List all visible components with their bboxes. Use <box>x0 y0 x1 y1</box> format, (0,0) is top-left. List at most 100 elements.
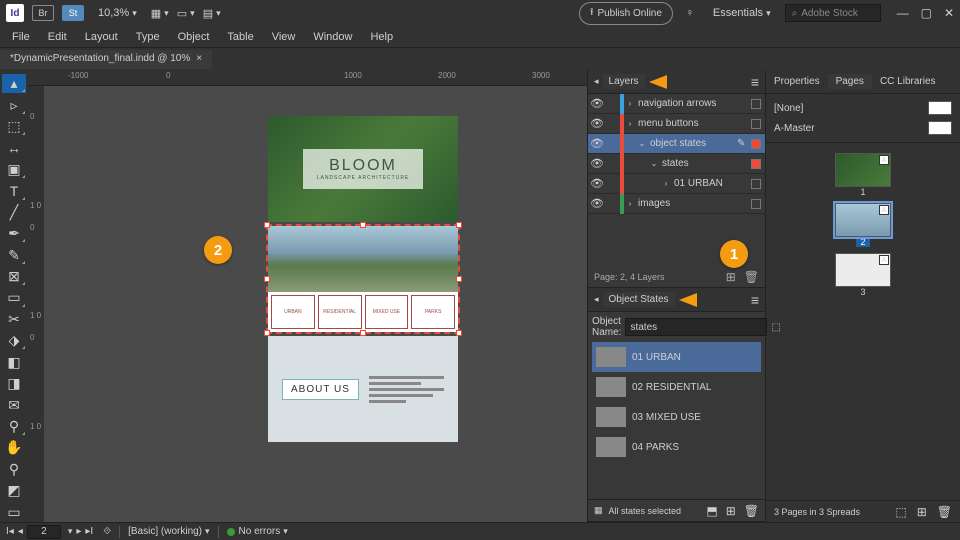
view-options-icon[interactable]: ▦ <box>151 4 169 22</box>
next-page-button[interactable]: ▸ <box>76 526 81 537</box>
preflight-status[interactable]: No errors <box>239 526 288 537</box>
pencil-tool[interactable]: ✎ <box>2 245 26 264</box>
screen-mode-toggle[interactable]: ▭ <box>2 502 26 521</box>
panel-menu-icon[interactable]: ≡ <box>751 292 759 308</box>
minimize-button[interactable]: — <box>897 6 909 20</box>
eyedropper-tool[interactable]: ⚲ <box>2 417 26 436</box>
page-dropdown[interactable] <box>65 526 73 537</box>
layer-row[interactable]: 👁⌄object states✎ <box>588 134 765 154</box>
visibility-toggle-icon[interactable]: 👁 <box>588 137 606 150</box>
layer-row[interactable]: 👁›01 URBAN <box>588 174 765 194</box>
card-mixed[interactable]: MIXED USE <box>365 295 409 329</box>
object-state-row[interactable]: 02 RESIDENTIAL <box>592 372 761 402</box>
object-states-tab[interactable]: Object States <box>603 292 675 307</box>
open-nav-icon[interactable]: ⟐ <box>103 526 111 537</box>
hand-tool[interactable]: ✋ <box>2 438 26 457</box>
master-a[interactable]: A-Master <box>774 118 952 138</box>
maximize-button[interactable]: ▢ <box>921 6 932 20</box>
direct-selection-tool[interactable]: ▹ <box>2 95 26 114</box>
pages-tab[interactable]: Pages <box>828 74 872 89</box>
arrange-icon[interactable]: ▤ <box>203 4 221 22</box>
layers-tab[interactable]: Layers <box>603 74 645 89</box>
card-urban[interactable]: URBAN <box>271 295 315 329</box>
close-button[interactable]: ✕ <box>944 6 954 20</box>
menu-table[interactable]: Table <box>219 29 261 45</box>
document-tab[interactable]: *DynamicPresentation_final.indd @ 10% × <box>0 50 212 69</box>
publish-online-button[interactable]: ⭱ Publish Online <box>579 2 673 25</box>
rectangle-tool[interactable]: ▭ <box>2 288 26 307</box>
zoom-tool[interactable]: ⚲ <box>2 460 26 479</box>
selection-tool[interactable]: ▴ <box>2 74 26 93</box>
new-layer-icon[interactable]: ⊞ <box>726 270 736 284</box>
layer-row[interactable]: 👁⌄states <box>588 154 765 174</box>
selection-square-icon[interactable] <box>751 119 761 129</box>
visibility-toggle-icon[interactable]: 👁 <box>588 177 606 190</box>
object-state-row[interactable]: 04 PARKS <box>592 432 761 462</box>
delete-page-icon[interactable]: 🗑 <box>937 505 952 519</box>
new-state-icon[interactable]: ⊞ <box>726 504 736 518</box>
menu-object[interactable]: Object <box>170 29 218 45</box>
selection-square-icon[interactable] <box>751 199 761 209</box>
preview-spread-icon[interactable]: ▦ <box>594 505 603 516</box>
gap-tool[interactable]: ↔ <box>2 138 26 157</box>
screen-mode-icon[interactable]: ▭ <box>177 4 195 22</box>
selection-square-icon[interactable] <box>751 159 761 169</box>
card-parks[interactable]: PARKS <box>411 295 455 329</box>
menu-help[interactable]: Help <box>362 29 401 45</box>
selection-square-icon[interactable] <box>751 139 761 149</box>
page-number-input[interactable] <box>27 525 61 539</box>
object-state-row[interactable]: 01 URBAN <box>592 342 761 372</box>
layer-row[interactable]: 👁›navigation arrows <box>588 94 765 114</box>
card-residential[interactable]: RESIDENTIAL <box>318 295 362 329</box>
visibility-toggle-icon[interactable]: 👁 <box>588 117 606 130</box>
page-thumbnail[interactable]: A <box>835 253 891 287</box>
stock-icon[interactable]: St <box>62 5 84 21</box>
layer-row[interactable]: 👁›images <box>588 194 765 214</box>
delete-layer-icon[interactable]: 🗑 <box>744 270 759 284</box>
menu-file[interactable]: File <box>4 29 38 45</box>
selection-square-icon[interactable] <box>751 179 761 189</box>
edit-page-size-icon[interactable]: ⬚ <box>895 505 906 519</box>
line-tool[interactable]: ╱ <box>2 203 26 222</box>
collapse-icon[interactable]: ◂ <box>594 294 599 305</box>
content-collector-tool[interactable]: ▣ <box>2 160 26 179</box>
selection-square-icon[interactable] <box>751 99 761 109</box>
prev-page-button[interactable]: ◂ <box>18 526 23 537</box>
page-1[interactable]: BLOOMLANDSCAPE ARCHITECTURE <box>268 116 458 222</box>
gradient-feather-tool[interactable]: ◨ <box>2 374 26 393</box>
visibility-toggle-icon[interactable]: 👁 <box>588 197 606 210</box>
page-tool[interactable]: ⬚ <box>2 117 26 136</box>
workspace-selector[interactable]: Essentials <box>707 7 777 19</box>
close-tab-icon[interactable]: × <box>196 53 202 64</box>
menu-type[interactable]: Type <box>128 29 168 45</box>
type-tool[interactable]: T <box>2 181 26 200</box>
rectangle-frame-tool[interactable]: ⊠ <box>2 267 26 286</box>
visibility-toggle-icon[interactable]: 👁 <box>588 157 606 170</box>
page-thumbnail[interactable]: A <box>835 203 891 237</box>
free-transform-tool[interactable]: ⬗ <box>2 331 26 350</box>
pen-tool[interactable]: ✒ <box>2 224 26 243</box>
menu-layout[interactable]: Layout <box>77 29 126 45</box>
new-page-icon[interactable]: ⊞ <box>917 505 927 519</box>
cc-libraries-tab[interactable]: CC Libraries <box>872 74 944 89</box>
bridge-icon[interactable]: Br <box>32 5 54 21</box>
panel-menu-icon[interactable]: ≡ <box>751 74 759 90</box>
zoom-level[interactable]: 10,3% <box>92 7 143 19</box>
visibility-toggle-icon[interactable]: 👁 <box>588 97 606 110</box>
delete-state-icon[interactable]: 🗑 <box>744 504 759 518</box>
master-none[interactable]: [None] <box>774 98 952 118</box>
object-name-input[interactable] <box>625 318 767 336</box>
note-tool[interactable]: ✉ <box>2 395 26 414</box>
stock-search-input[interactable]: ⌕ Adobe Stock <box>785 4 881 22</box>
canvas[interactable]: -1000 0 1000 2000 3000 0 1 0 0 1 0 0 1 0… <box>28 70 587 522</box>
menu-view[interactable]: View <box>264 29 304 45</box>
scissors-tool[interactable]: ✂ <box>2 310 26 329</box>
page-3[interactable]: ABOUT US <box>268 336 458 442</box>
first-page-button[interactable]: I◂ <box>6 526 14 537</box>
object-state-row[interactable]: 03 MIXED USE <box>592 402 761 432</box>
layer-row[interactable]: 👁›menu buttons <box>588 114 765 134</box>
page-2-selected[interactable]: URBAN RESIDENTIAL MIXED USE PARKS <box>268 226 458 332</box>
menu-window[interactable]: Window <box>305 29 360 45</box>
page-thumbnail[interactable]: A <box>835 153 891 187</box>
menu-edit[interactable]: Edit <box>40 29 75 45</box>
